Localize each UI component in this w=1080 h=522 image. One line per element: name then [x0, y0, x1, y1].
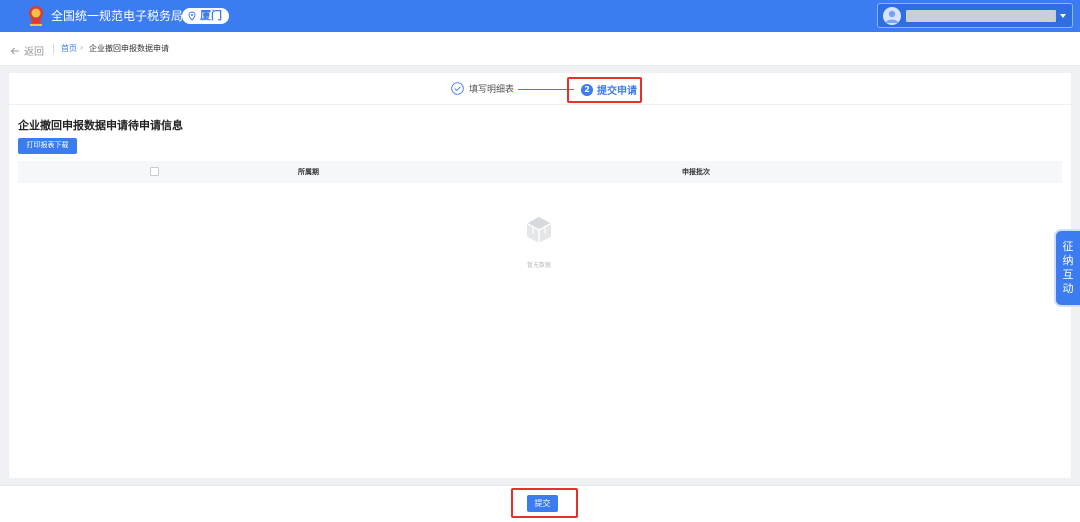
city-label: 厦门	[200, 9, 222, 22]
column-header-period: 所属期	[298, 168, 319, 176]
step-indicator: 填写明细表 2 提交申请	[9, 73, 1071, 105]
site-title: 全国统一规范电子税务局	[51, 9, 184, 23]
interaction-side-tab[interactable]: 征 纳 互 动	[1056, 231, 1080, 305]
back-link[interactable]: 返回	[10, 43, 44, 58]
breadcrumb-current: 企业撤回申报数据申请	[89, 44, 169, 53]
breadcrumb-divider	[53, 44, 54, 54]
top-header: 全国统一规范电子税务局 厦门	[0, 0, 1080, 32]
avatar	[883, 7, 901, 25]
step-1: 填写明细表	[451, 82, 514, 95]
step-connector	[518, 89, 574, 90]
column-header-batch: 申报批次	[682, 168, 710, 176]
step-2: 2 提交申请	[581, 82, 637, 97]
user-icon	[886, 10, 898, 23]
side-tab-char: 征	[1062, 240, 1074, 253]
city-selector[interactable]: 厦门	[182, 8, 229, 24]
location-pin-icon	[188, 11, 196, 21]
breadcrumb-separator: ›	[80, 43, 84, 52]
back-label: 返回	[24, 47, 44, 58]
chevron-down-icon	[1060, 14, 1066, 18]
table-header: 所属期 申报批次	[18, 161, 1062, 183]
user-menu[interactable]	[877, 3, 1073, 28]
step-2-number: 2	[581, 83, 593, 96]
tax-emblem-icon	[29, 6, 43, 26]
section-title: 企业撤回申报数据申请待申请信息	[18, 119, 183, 132]
submit-button[interactable]: 提交	[527, 495, 558, 512]
empty-box-icon	[526, 217, 552, 243]
step-2-label: 提交申请	[597, 86, 637, 97]
user-name-redacted	[906, 10, 1056, 22]
arrow-left-icon	[10, 47, 19, 54]
main-card: 填写明细表 2 提交申请 企业撤回申报数据申请待申请信息 打印报表下载 所属期 …	[9, 73, 1071, 478]
side-tab-char: 动	[1062, 282, 1074, 295]
side-tab-char: 纳	[1062, 254, 1074, 267]
breadcrumb: 返回 首页 › 企业撤回申报数据申请	[0, 32, 1080, 66]
select-all-checkbox[interactable]	[150, 167, 159, 176]
print-download-button[interactable]: 打印报表下载	[18, 138, 77, 154]
empty-state-text: 暂无数据	[527, 262, 552, 269]
breadcrumb-home[interactable]: 首页	[61, 43, 77, 54]
step-1-label: 填写明细表	[469, 85, 515, 95]
side-tab-char: 互	[1062, 268, 1074, 281]
check-circle-icon	[451, 82, 464, 95]
